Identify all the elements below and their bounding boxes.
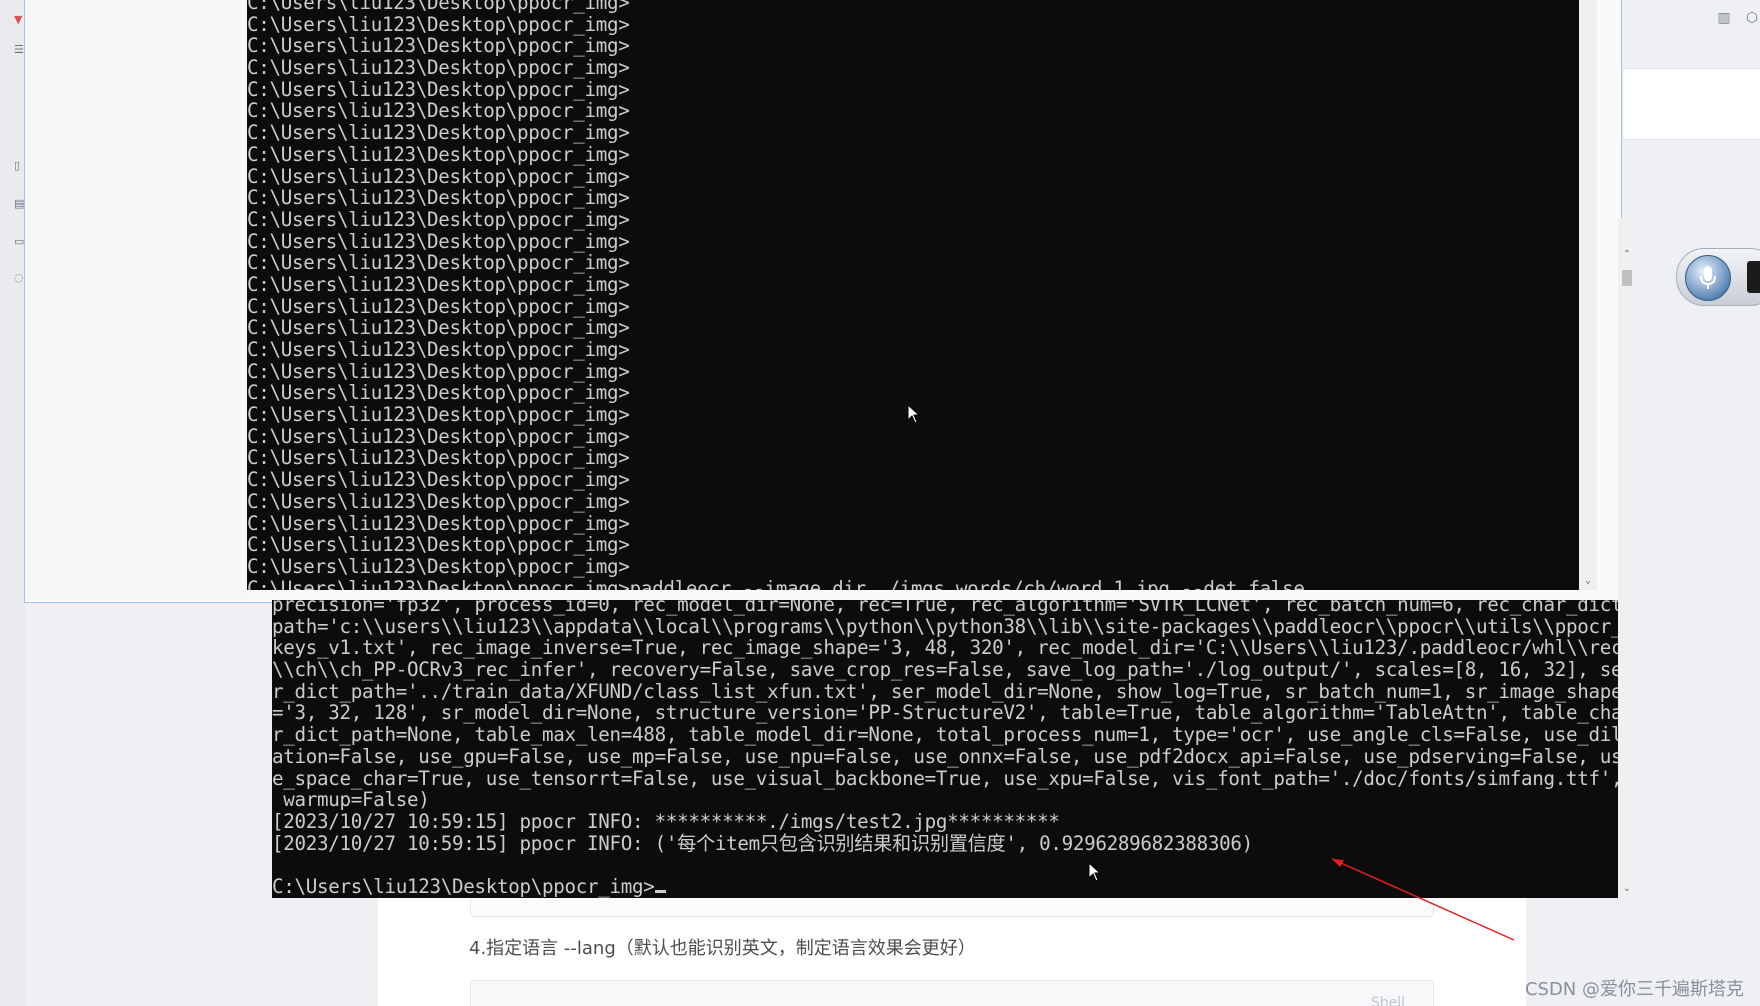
- terminal-bottom-line: ='3, 32, 128', sr_model_dir=None, struct…: [272, 701, 1622, 725]
- terminal-top-line: C:\Users\liu123\Desktop\ppocr_img>: [247, 533, 630, 557]
- code-block-next: Shell: [470, 980, 1434, 1006]
- terminal-top-line: C:\Users\liu123\Desktop\ppocr_img>: [247, 272, 630, 296]
- extension-icon[interactable]: ⬡: [1744, 10, 1760, 26]
- terminal-top-scrollbar[interactable]: ⌄: [1579, 0, 1597, 590]
- terminal-top-line: C:\Users\liu123\Desktop\ppocr_img>: [247, 446, 630, 470]
- terminal-top-line: C:\Users\liu123\Desktop\ppocr_img>: [247, 424, 630, 448]
- cmd-window-left-area: [25, 0, 247, 600]
- terminal-bottom-line: [2023/10/27 10:59:15] ppocr INFO: ('每个it…: [272, 831, 1253, 855]
- terminal-bottom-line: precision='fp32', process_id=0, rec_mode…: [272, 600, 1622, 616]
- scroll-down-icon[interactable]: ⌄: [1583, 576, 1593, 586]
- terminal-top[interactable]: C:\Users\liu123\Desktop\ppocr_img> C:\Use…: [247, 0, 1597, 590]
- csdn-watermark: CSDN @爱你三千遍斯塔克: [1524, 979, 1744, 1000]
- browser-left-rail: ▼ ☰ ▯ ▤ ▭ ◌: [0, 0, 26, 1006]
- terminal-bottom-line: [2023/10/27 10:59:15] ppocr INFO: ******…: [272, 809, 1060, 833]
- terminal-cursor: [654, 889, 666, 893]
- terminal-top-line: C:\Users\liu123\Desktop\ppocr_img>: [247, 468, 630, 492]
- voice-widget-side-button[interactable]: [1747, 261, 1760, 293]
- reader-icon[interactable]: ▥: [1716, 10, 1732, 26]
- terminal-bottom-line: e_space_char=True, use_tensorrt=False, u…: [272, 766, 1622, 790]
- voice-input-widget[interactable]: [1676, 248, 1760, 306]
- terminal-top-line: C:\Users\liu123\Desktop\ppocr_img>: [247, 251, 630, 275]
- terminal-top-line: C:\Users\liu123\Desktop\ppocr_img>: [247, 142, 630, 166]
- browser-right-panel: [1622, 68, 1760, 140]
- terminal-top-line: C:\Users\liu123\Desktop\ppocr_img>: [247, 164, 630, 188]
- terminal-top-line: C:\Users\liu123\Desktop\ppocr_img>: [247, 316, 630, 340]
- terminal-top-line: C:\Users\liu123\Desktop\ppocr_img>: [247, 403, 630, 427]
- terminal-top-line: C:\Users\liu123\Desktop\ppocr_img>: [247, 0, 630, 14]
- scroll-thumb[interactable]: [1622, 270, 1632, 286]
- terminal-top-line: C:\Users\liu123\Desktop\ppocr_img>: [247, 34, 630, 58]
- terminal-bottom-line: path='c:\\users\\liu123\\appdata\\local\…: [272, 614, 1622, 638]
- annotation-arrow: [1331, 858, 1515, 941]
- terminal-bottom-line: \\ch\\ch_PP-OCRv3_rec_infer', recovery=F…: [272, 658, 1622, 682]
- mouse-pointer-icon: [1088, 862, 1102, 882]
- terminal-top-line: C:\Users\liu123\Desktop\ppocr_img>: [247, 229, 630, 253]
- scroll-down-icon[interactable]: ⌄: [1622, 884, 1632, 894]
- terminal-bottom-line: r_dict_path=None, table_max_len=488, tab…: [272, 723, 1622, 747]
- microphone-icon[interactable]: [1685, 255, 1731, 301]
- desktop-screen: ▼ ☰ ▯ ▤ ▭ ◌ ▥ ⬡ 4.指定语言 --lang（默认也能识别英文，制…: [0, 0, 1760, 1006]
- terminal-bottom-line: warmup=False): [272, 788, 430, 812]
- terminal-top-line: C:\Users\liu123\Desktop\ppocr_img>: [247, 489, 630, 513]
- terminal-top-line: C:\Users\liu123\Desktop\ppocr_img>: [247, 338, 630, 361]
- terminal-top-line: C:\Users\liu123\Desktop\ppocr_img>: [247, 294, 630, 318]
- mouse-pointer-icon: [907, 404, 921, 424]
- terminal-top-line: C:\Users\liu123\Desktop\ppocr_img>: [247, 121, 630, 145]
- terminal-top-line: C:\Users\liu123\Desktop\ppocr_img>: [247, 359, 630, 383]
- terminal-bottom-scrollbar[interactable]: ⌃ ⌄: [1618, 218, 1636, 898]
- terminal-top-line: C:\Users\liu123\Desktop\ppocr_img>: [247, 77, 630, 101]
- scroll-up-icon[interactable]: ⌃: [1622, 250, 1632, 260]
- article-heading: 4.指定语言 --lang（默认也能识别英文，制定语言效果会更好）: [469, 938, 976, 959]
- terminal-top-line: C:\Users\liu123\Desktop\ppocr_img>: [247, 511, 630, 535]
- terminal-top-line: C:\Users\liu123\Desktop\ppocr_img>paddle…: [247, 576, 1305, 590]
- terminal-bottom-line: ation=False, use_gpu=False, use_mp=False…: [272, 744, 1622, 768]
- terminal-top-line: C:\Users\liu123\Desktop\ppocr_img>: [247, 12, 630, 36]
- terminal-top-line: C:\Users\liu123\Desktop\ppocr_img>: [247, 99, 630, 123]
- terminal-top-line: C:\Users\liu123\Desktop\ppocr_img>: [247, 56, 630, 80]
- terminal-top-line: C:\Users\liu123\Desktop\ppocr_img>: [247, 186, 630, 210]
- terminal-top-line: C:\Users\liu123\Desktop\ppocr_img>: [247, 207, 630, 231]
- terminal-bottom-line: r_dict_path='../train_data/XFUND/class_l…: [272, 679, 1622, 703]
- terminal-top-line: C:\Users\liu123\Desktop\ppocr_img>: [247, 554, 630, 578]
- terminal-bottom-line: keys_v1.txt', rec_image_inverse=True, re…: [272, 636, 1622, 660]
- terminal-top-line: C:\Users\liu123\Desktop\ppocr_img>: [247, 381, 630, 405]
- code-language-label: Shell: [1370, 995, 1405, 1006]
- terminal-top-output: C:\Users\liu123\Desktop\ppocr_img> C:\Use…: [247, 0, 1597, 590]
